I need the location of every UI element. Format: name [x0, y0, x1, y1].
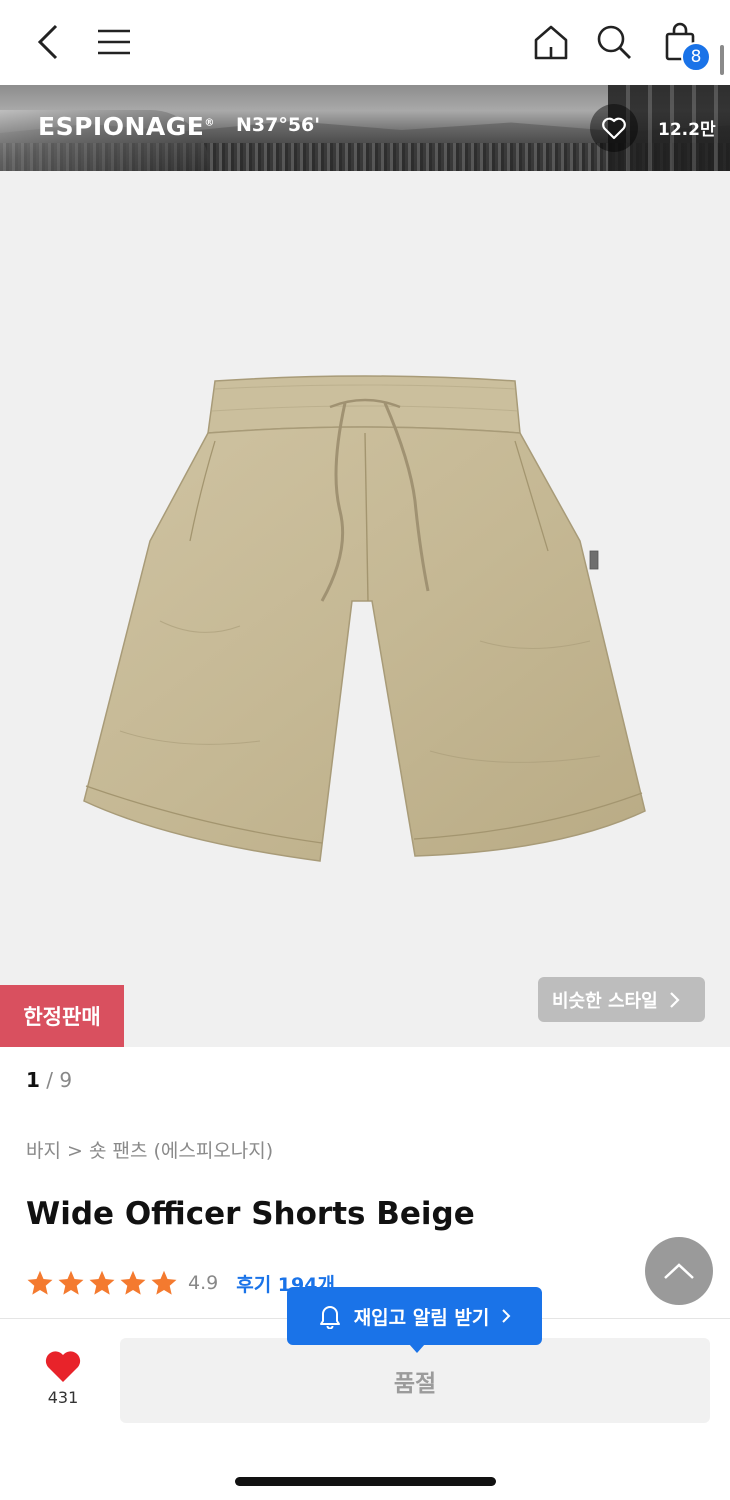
pager-total: 9 — [59, 1068, 73, 1092]
chevron-right-icon — [502, 1309, 511, 1323]
brand-name-text: ESPIONAGE — [38, 112, 205, 141]
menu-button[interactable] — [92, 20, 136, 64]
star-icon — [27, 1270, 53, 1295]
home-button[interactable] — [529, 20, 573, 64]
search-button[interactable] — [592, 20, 636, 64]
back-button[interactable] — [26, 20, 70, 64]
bell-icon — [319, 1306, 340, 1329]
product-image-shorts — [83, 375, 646, 862]
home-indicator[interactable] — [235, 1477, 496, 1486]
registered-mark: ® — [204, 117, 215, 129]
scrollbar-thumb[interactable] — [720, 45, 724, 75]
rating-stars — [26, 1269, 178, 1297]
product-image-gallery[interactable] — [0, 171, 730, 1047]
hamburger-menu-icon — [98, 29, 130, 55]
restock-alert-label: 재입고 알림 받기 — [353, 1306, 490, 1329]
brand-like-button[interactable] — [590, 104, 638, 152]
home-icon — [534, 25, 568, 60]
pager-current: 1 — [26, 1068, 40, 1092]
similar-style-label: 비슷한 스타일 — [552, 990, 658, 1012]
brand-name[interactable]: ESPIONAGE® — [38, 112, 215, 141]
product-like-count: 431 — [47, 1388, 79, 1407]
heart-filled-icon — [45, 1351, 81, 1382]
brand-like-count: 12.2만 — [658, 120, 716, 140]
brand-coordinate: N37°56' — [236, 114, 321, 136]
star-icon — [58, 1270, 84, 1295]
restock-alert-button[interactable]: 재입고 알림 받기 — [287, 1287, 542, 1353]
star-icon — [89, 1270, 115, 1295]
top-navigation-bar: 8 — [0, 0, 730, 85]
chevron-left-icon — [37, 24, 58, 60]
star-icon — [151, 1270, 177, 1295]
search-icon — [597, 25, 631, 59]
cart-count-badge: 8 — [681, 42, 711, 72]
image-pager: 1 / 9 — [26, 1068, 73, 1092]
star-icon — [120, 1270, 146, 1295]
heart-outline-icon — [602, 117, 626, 140]
limited-sale-badge: 한정판매 — [0, 985, 124, 1047]
similar-style-button[interactable]: 비슷한 스타일 — [538, 977, 705, 1022]
product-title: Wide Officer Shorts Beige — [26, 1196, 475, 1232]
chevron-right-icon — [669, 991, 680, 1008]
category-breadcrumb[interactable]: 바지 > 숏 팬츠 (에스피오나지) — [26, 1136, 273, 1163]
scroll-to-top-button[interactable] — [645, 1237, 713, 1305]
product-like-button[interactable]: 431 — [26, 1348, 100, 1418]
chevron-up-icon — [664, 1263, 694, 1279]
rating-value: 4.9 — [188, 1272, 219, 1294]
